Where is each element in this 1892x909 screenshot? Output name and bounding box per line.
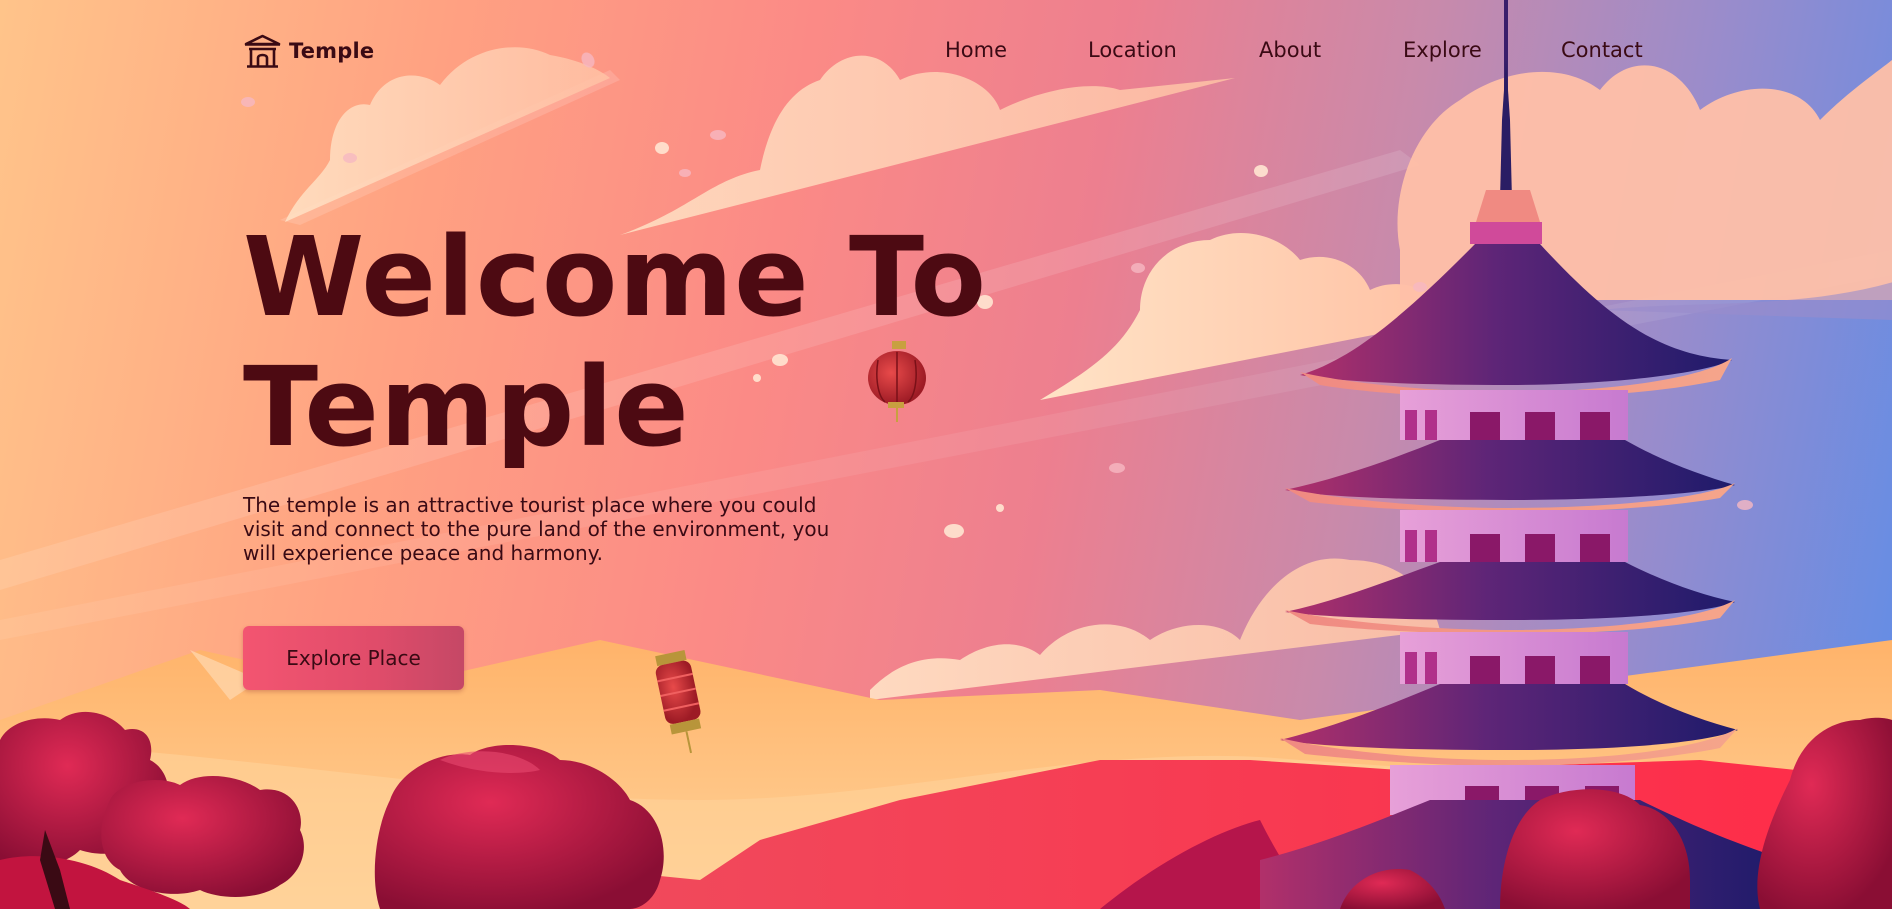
nav-link-contact[interactable]: Contact [1561,38,1643,62]
explore-place-button[interactable]: Explore Place [243,626,464,690]
nav-link-explore[interactable]: Explore [1403,38,1482,62]
hero-title-line-2: Temple [243,343,690,471]
top-navigation: Temple Home Location About Explore Conta… [0,0,1892,100]
nav-link-about[interactable]: About [1259,38,1321,62]
nav-link-home[interactable]: Home [945,38,1007,62]
hero-title: Welcome To Temple [243,212,1043,472]
hero-title-line-1: Welcome To [243,213,988,341]
hero-description: The temple is an attractive tourist plac… [243,493,830,565]
brand-name: Temple [289,39,375,63]
temple-icon [244,34,281,68]
nav-link-location[interactable]: Location [1088,38,1177,62]
brand-logo[interactable]: Temple [244,34,374,68]
